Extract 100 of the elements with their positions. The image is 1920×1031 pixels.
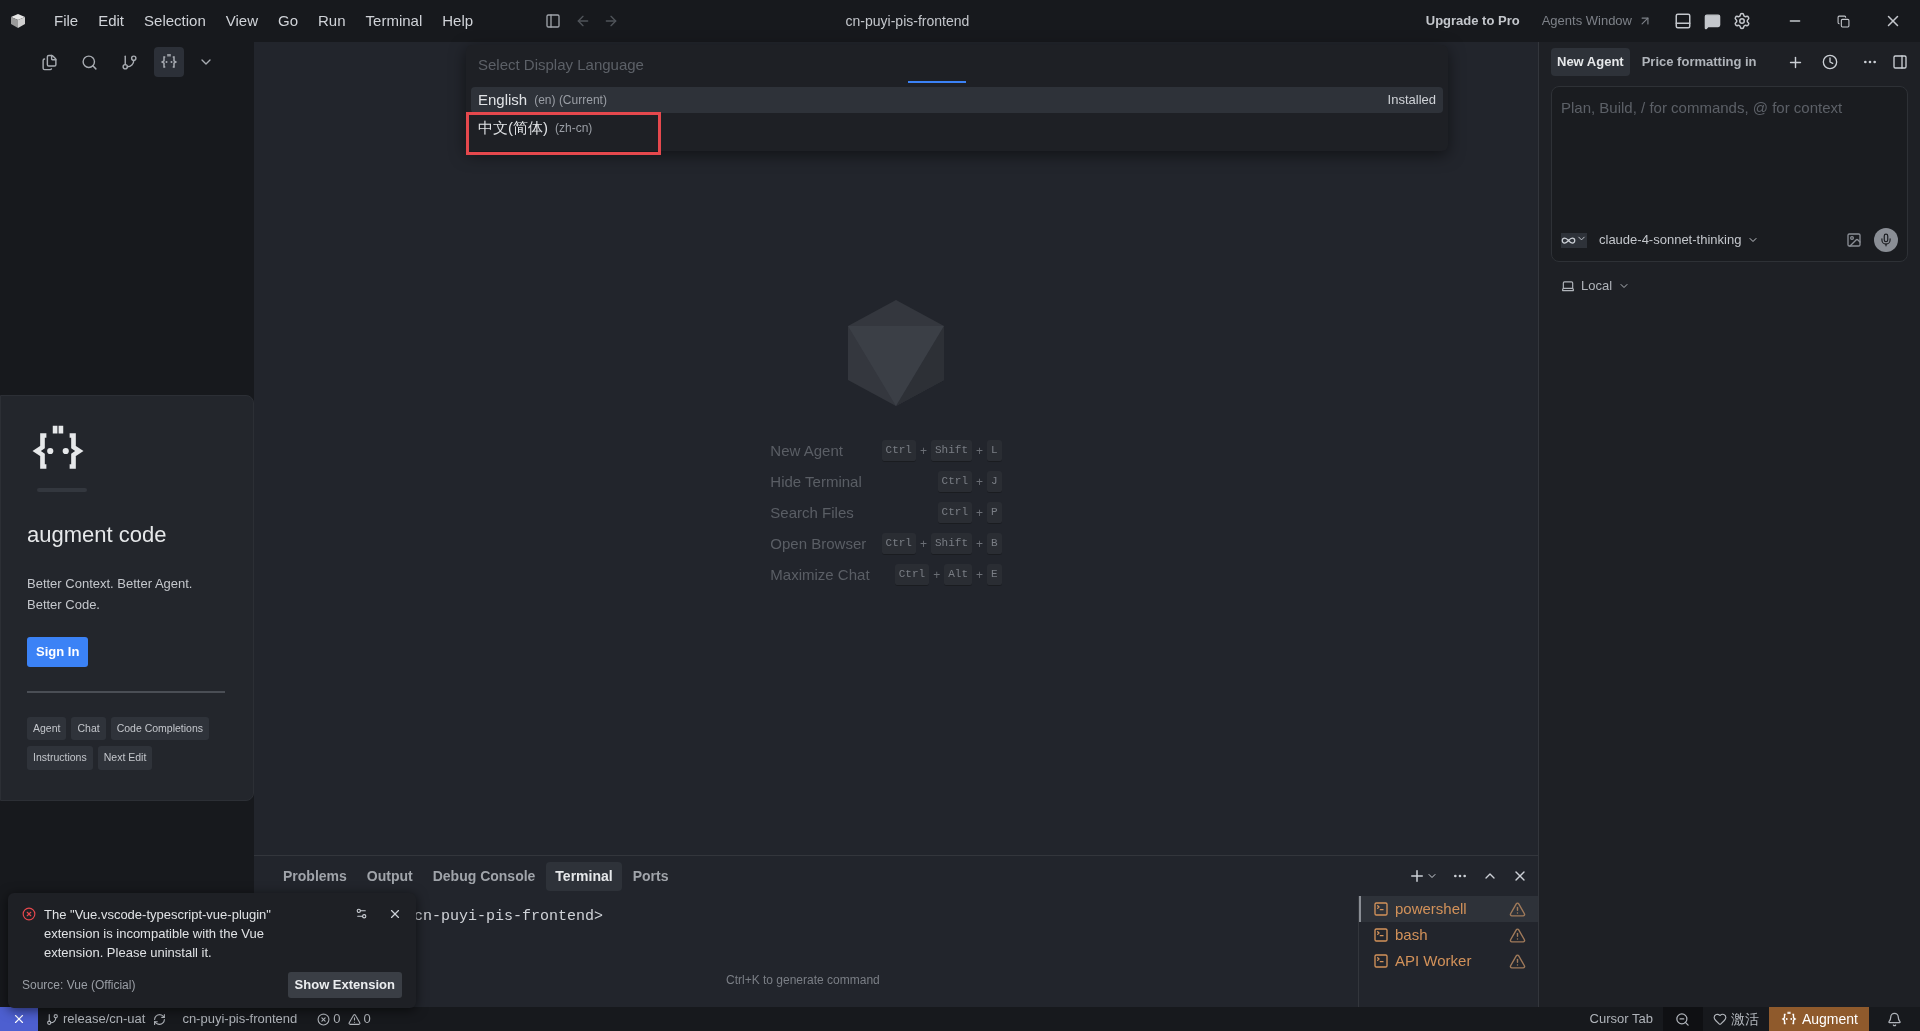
feature-tag: Instructions	[27, 746, 93, 770]
sidebar-toggle-icon[interactable]	[545, 13, 562, 29]
panel-layout-icon[interactable]	[1674, 12, 1692, 30]
model-selector[interactable]: claude-4-sonnet-thinking	[1599, 230, 1760, 250]
location-selector[interactable]: Local	[1561, 276, 1908, 296]
panel-tab[interactable]: Problems	[274, 861, 356, 891]
menu-item[interactable]: View	[215, 9, 268, 33]
agent-tab[interactable]: New Agent	[1551, 48, 1630, 76]
key-cap: B	[987, 533, 1002, 555]
cursor-tab-status[interactable]: Cursor Tab	[1579, 1009, 1663, 1029]
panel-tab[interactable]: Debug Console	[423, 861, 545, 891]
branch-icon	[120, 53, 138, 71]
error-icon	[22, 907, 36, 921]
key-cap: E	[987, 564, 1002, 586]
terminal-prompt: cn-puyi-pis-frontend>	[414, 907, 605, 927]
language-option[interactable]: 中文(简体) (zh-cn)	[471, 115, 1443, 141]
language-option[interactable]: English (en) (Current) Installed	[471, 87, 1443, 113]
menu-item[interactable]: File	[44, 9, 89, 33]
shortcut-label: Maximize Chat	[770, 565, 870, 585]
sync-icon[interactable]	[153, 1012, 167, 1026]
notification-source: Source: Vue (Official)	[22, 976, 136, 994]
warning-icon	[1509, 926, 1526, 944]
key-cap: Ctrl	[937, 502, 972, 524]
panel-toggle-icon[interactable]	[1892, 54, 1908, 70]
menu-item[interactable]: Selection	[134, 9, 216, 33]
problems-status[interactable]: 0 0	[317, 1009, 371, 1029]
warning-icon	[347, 1012, 361, 1026]
shortcut-label: Open Browser	[770, 534, 868, 554]
shortcut-label: Hide Terminal	[770, 472, 863, 492]
feature-tag: Agent	[27, 716, 67, 741]
plus-sign: +	[976, 567, 983, 584]
menu-item[interactable]: Help	[432, 9, 484, 33]
agents-window-link[interactable]: Agents Window	[1541, 11, 1652, 31]
shortcut-label: Search Files	[770, 503, 855, 523]
mic-icon	[1879, 233, 1893, 247]
plus-sign: +	[919, 536, 927, 553]
terminal-hint: Ctrl+K to generate command	[726, 971, 881, 989]
mic-button[interactable]	[1874, 228, 1898, 252]
language-code: (zh-cn)	[555, 120, 593, 137]
shortcut-label: New Agent	[770, 441, 844, 461]
settings-icon[interactable]	[1733, 12, 1751, 30]
settings-icon[interactable]	[355, 907, 368, 920]
files-icon	[40, 53, 58, 71]
menu-item[interactable]: Go	[268, 9, 308, 33]
menu-item[interactable]: Edit	[88, 9, 135, 33]
feature-tag: Code Completions	[110, 716, 210, 741]
terminal-item[interactable]: powershell	[1359, 896, 1538, 922]
panel-tab[interactable]: Terminal	[546, 861, 622, 891]
terminal-item[interactable]: bash	[1359, 922, 1538, 948]
feature-tag: Next Edit	[97, 746, 153, 770]
agent-tab[interactable]: Price formatting in	[1635, 48, 1763, 76]
new-terminal-icon[interactable]	[1408, 867, 1426, 885]
terminal-name: powershell	[1395, 898, 1468, 919]
restore-icon[interactable]	[1837, 14, 1850, 28]
key-cap: Ctrl	[881, 533, 916, 555]
branch-status[interactable]: release/cn-uat	[46, 1009, 146, 1029]
cube-logo-icon	[848, 300, 944, 406]
terminal-name: API Worker	[1395, 950, 1473, 971]
sign-in-button[interactable]: Sign In	[27, 637, 89, 667]
terminal-icon	[1373, 953, 1389, 969]
chat-icon[interactable]	[1704, 12, 1721, 30]
plus-sign: +	[976, 536, 983, 553]
terminal-item[interactable]: API Worker	[1359, 948, 1538, 974]
key-cap: Ctrl	[881, 440, 916, 462]
key-cap: J	[987, 471, 1002, 493]
project-status[interactable]: cn-puyi-pis-frontend	[182, 1009, 298, 1029]
key-cap: Shift	[931, 440, 972, 462]
panel-tab[interactable]: Ports	[623, 861, 678, 891]
key-cap: Shift	[931, 533, 972, 555]
show-extension-button[interactable]: Show Extension	[287, 972, 402, 998]
menu-item[interactable]: Terminal	[355, 9, 433, 33]
zoom-out-icon	[1675, 1011, 1691, 1027]
zoom-button[interactable]	[1662, 1007, 1703, 1031]
augment-tab[interactable]	[154, 47, 184, 77]
language-code: (en) (Current)	[534, 92, 607, 109]
activate-status[interactable]: 激活	[1702, 1008, 1769, 1030]
terminal-icon	[1373, 901, 1389, 917]
error-icon	[317, 1012, 331, 1026]
key-cap: Alt	[944, 564, 972, 586]
remote-icon	[12, 1012, 26, 1026]
notifications-icon[interactable]	[1887, 1011, 1902, 1027]
augment-status[interactable]: Augment	[1768, 1007, 1869, 1031]
terminal-icon	[1373, 927, 1389, 943]
upgrade-link[interactable]: Upgrade to Pro	[1425, 11, 1520, 31]
plus-sign: +	[919, 443, 927, 460]
image-icon[interactable]	[1846, 232, 1862, 248]
menu-item[interactable]: Run	[308, 9, 356, 33]
terminal-name: bash	[1395, 924, 1429, 945]
plus-sign: +	[933, 567, 941, 584]
chat-input[interactable]: Plan, Build, / for commands, @ for context claude-4-sonnet-thinking	[1551, 86, 1908, 262]
mode-toggle[interactable]	[1561, 232, 1587, 248]
plus-sign: +	[976, 443, 983, 460]
panel-tab[interactable]: Output	[357, 861, 422, 891]
search-icon	[80, 53, 98, 71]
key-cap: Ctrl	[937, 471, 972, 493]
window-title: cn-puyi-pis-frontend	[845, 11, 970, 31]
key-cap: Ctrl	[894, 564, 930, 586]
close-icon[interactable]	[388, 907, 402, 921]
remote-button[interactable]	[0, 1007, 38, 1031]
history-icon[interactable]	[1822, 54, 1838, 70]
